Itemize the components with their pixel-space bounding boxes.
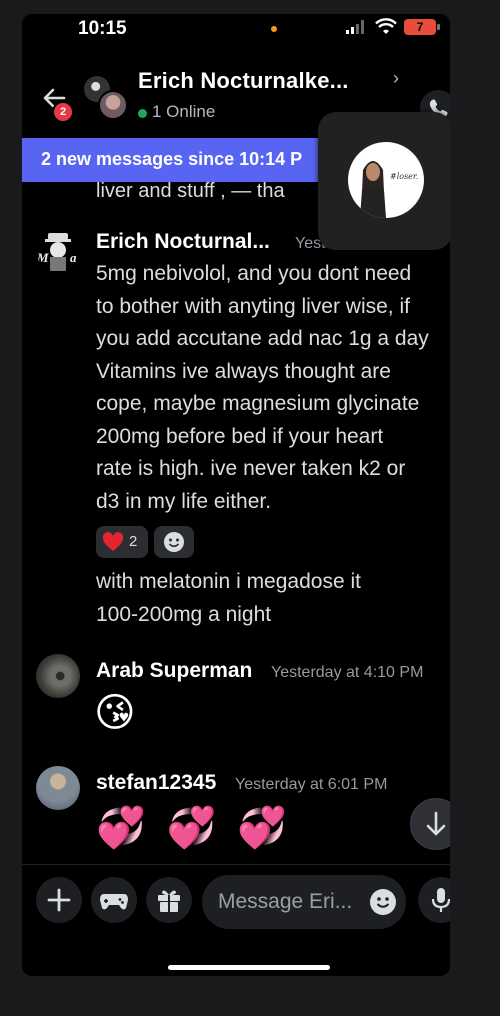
reaction-heart[interactable]: 2: [96, 526, 148, 558]
message-author[interactable]: Arab Superman: [96, 659, 252, 683]
group-avatar[interactable]: [84, 76, 128, 120]
battery-cap: [437, 24, 440, 30]
message-line: 200mg before bed if your heart: [96, 424, 384, 448]
svg-text:a: a: [70, 250, 77, 265]
signal-icon: [346, 20, 364, 34]
unread-badge: 2: [52, 101, 74, 123]
emoji-picker-button[interactable]: [370, 889, 396, 915]
chat-title[interactable]: Erich Nocturnalke...: [138, 68, 349, 94]
message-line: 100-200mg a night: [96, 602, 272, 626]
wifi-icon: [375, 18, 397, 34]
gift-button[interactable]: [146, 877, 192, 923]
message-line: with melatonin i megadose it: [96, 570, 361, 593]
attach-button[interactable]: [36, 877, 82, 923]
gift-icon: [158, 890, 180, 912]
privacy-indicator: [271, 26, 277, 32]
smiley-plus-icon: [164, 532, 184, 552]
message-timestamp: Yesterday at 4:10 PM: [271, 664, 424, 681]
avatar[interactable]: [36, 766, 80, 810]
heart-icon: [102, 532, 124, 552]
plus-icon: [47, 888, 71, 912]
message-timestamp: Yesterday at 6:01 PM: [235, 776, 388, 793]
activities-button[interactable]: [91, 877, 137, 923]
person-image: [360, 161, 386, 218]
online-status-dot: [138, 109, 147, 118]
microphone-icon: [431, 888, 450, 912]
banner-text: 2 new messages since 10:14 P: [41, 149, 303, 169]
message-author[interactable]: stefan12345: [96, 771, 216, 795]
status-bar: 10:15 7: [22, 14, 450, 54]
avatar[interactable]: M a: [36, 228, 80, 272]
reaction-count: 2: [129, 533, 138, 550]
avatar-image: M a: [36, 228, 80, 272]
chevron-right-icon[interactable]: ›: [393, 68, 399, 89]
gamepad-icon: [100, 894, 128, 910]
message-author[interactable]: Erich Nocturnal...: [96, 230, 270, 254]
emoji-kiss: 😘: [94, 690, 136, 736]
message-composer: [22, 864, 450, 976]
jump-to-latest-button[interactable]: [410, 798, 450, 850]
message-line: Vitamins ive always thought are: [96, 359, 391, 383]
message-body: with melatonin i megadose it 100-200mg a…: [96, 566, 450, 631]
message-body: 5mg nebivolol, and you dont need to both…: [96, 258, 450, 518]
voice-message-button[interactable]: [418, 877, 450, 923]
status-time: 10:15: [78, 18, 127, 39]
home-indicator: [168, 965, 330, 970]
previous-message-fragment: liver and stuff , — tha: [96, 180, 285, 202]
smiley-icon: [376, 897, 390, 908]
pip-video-window[interactable]: #loser.: [318, 112, 450, 250]
arrow-down-icon: [426, 811, 446, 836]
app-frame: 10:15 7 2 Erich Nocturnalke... › 1 Onlin…: [22, 14, 450, 976]
battery-level: 7: [404, 19, 436, 35]
message-line: d3 in my life either.: [96, 489, 272, 513]
online-count: 1 Online: [152, 102, 216, 121]
avatar[interactable]: [36, 654, 80, 698]
svg-text:M: M: [36, 250, 49, 265]
message-line: 5mg nebivolol, and you dont need: [96, 262, 412, 285]
message-line: cope, maybe magnesium glycinate: [96, 392, 420, 415]
avatar: [98, 90, 128, 120]
message-line: you add accutane add nac 1g a day: [96, 327, 429, 350]
pip-caption: #loser.: [390, 172, 419, 181]
emoji-hearts: 💞 💞 💞: [96, 805, 291, 851]
message-line: to bother with anyting liver wise, if: [96, 294, 410, 318]
message-line: rate is high. ive never taken k2 or: [96, 457, 406, 480]
pip-avatar: #loser.: [348, 142, 424, 218]
add-reaction-button[interactable]: [154, 526, 194, 558]
